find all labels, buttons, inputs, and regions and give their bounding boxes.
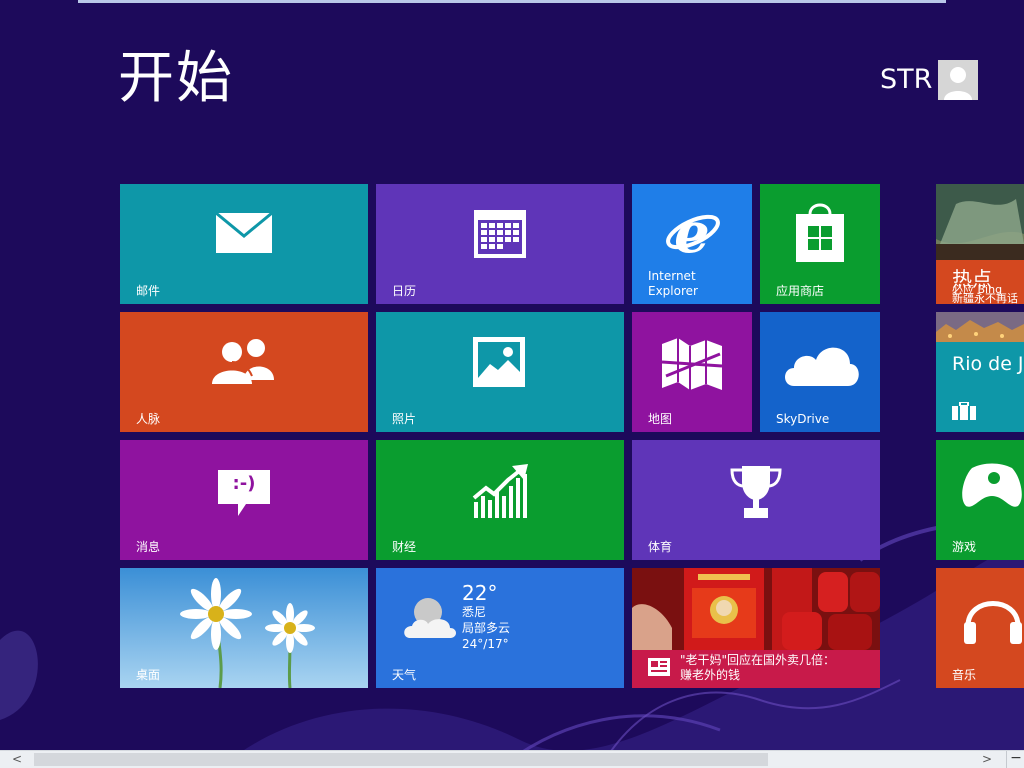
news-headline-line1: "老干妈"回应在国外卖几倍： — [680, 653, 836, 667]
tile-desktop[interactable]: 桌面 — [120, 568, 368, 688]
partly-cloudy-icon — [404, 598, 456, 638]
tile-label: 消息 — [136, 540, 161, 554]
newspaper-icon — [648, 658, 670, 676]
tile-finance[interactable]: 财经 — [376, 440, 624, 560]
scroll-left-arrow[interactable]: < — [0, 751, 34, 768]
bing-subline: 新疆永不再话 — [952, 292, 1018, 304]
trophy-icon — [730, 466, 782, 518]
scroll-right-arrow[interactable]: > — [974, 751, 1000, 768]
tile-photos[interactable]: 照片 — [376, 312, 624, 432]
tile-calendar[interactable]: 日历 — [376, 184, 624, 304]
internet-explorer-icon: e — [666, 202, 720, 262]
tile-label: 人脉 — [136, 412, 161, 426]
weather-condition: 局部多云 — [462, 621, 511, 635]
page-title: 开始 — [118, 46, 234, 111]
tile-label: 天气 — [392, 668, 417, 682]
tile-label: 音乐 — [952, 668, 977, 682]
tile-label: 日历 — [392, 284, 417, 298]
headphones-icon — [964, 601, 1022, 644]
tile-maps[interactable]: 地图 — [632, 312, 752, 432]
tile-store[interactable]: 应用商店 — [760, 184, 880, 304]
top-strip — [78, 0, 946, 3]
chat-bubble-text: :-) — [232, 473, 256, 494]
tile-music[interactable]: 音乐 — [936, 568, 1024, 688]
suitcase-icon — [952, 402, 976, 420]
map-icon — [661, 338, 723, 390]
user-name[interactable]: STR — [880, 62, 932, 98]
tile-news[interactable]: "老干妈"回应在国外卖几倍： 赚老外的钱 — [632, 568, 880, 688]
tile-bing[interactable]: 热点 必应 Bing 新疆永不再话 — [936, 184, 1024, 304]
scrollbar-thumb[interactable] — [34, 753, 768, 766]
tile-label: 财经 — [392, 540, 417, 554]
start-screen: 开始 STR 邮件 日历 e Internet Explorer 应用商店 热点… — [0, 0, 1024, 768]
tile-label-line: Internet — [648, 269, 696, 283]
news-headline-line2: 赚老外的钱 — [680, 668, 741, 682]
tile-label-line: Explorer — [648, 284, 698, 298]
travel-destination: Rio de Ja — [952, 353, 1024, 375]
tile-label: 应用商店 — [776, 284, 825, 298]
tile-messaging[interactable]: :-) 消息 — [120, 440, 368, 560]
tile-games[interactable]: 游戏 — [936, 440, 1024, 560]
tile-weather[interactable]: 22° 悉尼 局部多云 24°/17° 天气 — [376, 568, 624, 688]
horizontal-scrollbar[interactable]: < > − — [0, 750, 1024, 768]
tile-label: 桌面 — [136, 668, 161, 682]
tile-label: 邮件 — [136, 284, 161, 298]
weather-temperature: 22° — [462, 581, 498, 605]
game-controller-icon — [962, 463, 1022, 507]
cloud-icon — [785, 347, 859, 386]
tile-label: SkyDrive — [776, 412, 830, 426]
weather-city: 悉尼 — [462, 605, 487, 619]
tile-sports[interactable]: 体育 — [632, 440, 880, 560]
user-avatar[interactable] — [938, 60, 978, 100]
news-photo — [632, 568, 880, 650]
mail-icon — [215, 212, 273, 253]
tile-skydrive[interactable]: SkyDrive — [760, 312, 880, 432]
calendar-icon — [474, 210, 526, 258]
tile-label: 体育 — [648, 540, 673, 554]
tile-label: Internet Explorer — [648, 269, 698, 299]
svg-text:e: e — [674, 202, 710, 262]
chart-rising-icon — [472, 464, 528, 518]
weather-range: 24°/17° — [462, 637, 509, 651]
person-icon — [938, 60, 978, 100]
photo-icon — [473, 337, 525, 387]
tile-mail[interactable]: 邮件 — [120, 184, 368, 304]
travel-photo — [936, 312, 1024, 342]
store-bag-icon — [796, 203, 844, 262]
tile-label: 照片 — [392, 412, 417, 426]
tile-internet-explorer[interactable]: e Internet Explorer — [632, 184, 752, 304]
tile-travel[interactable]: Rio de Ja — [936, 312, 1024, 432]
semantic-zoom-button[interactable]: − — [1006, 751, 1024, 768]
tile-people[interactable]: 人脉 — [120, 312, 368, 432]
tile-label: 地图 — [648, 412, 673, 426]
tile-label: 游戏 — [952, 540, 977, 554]
people-icon — [212, 339, 274, 384]
